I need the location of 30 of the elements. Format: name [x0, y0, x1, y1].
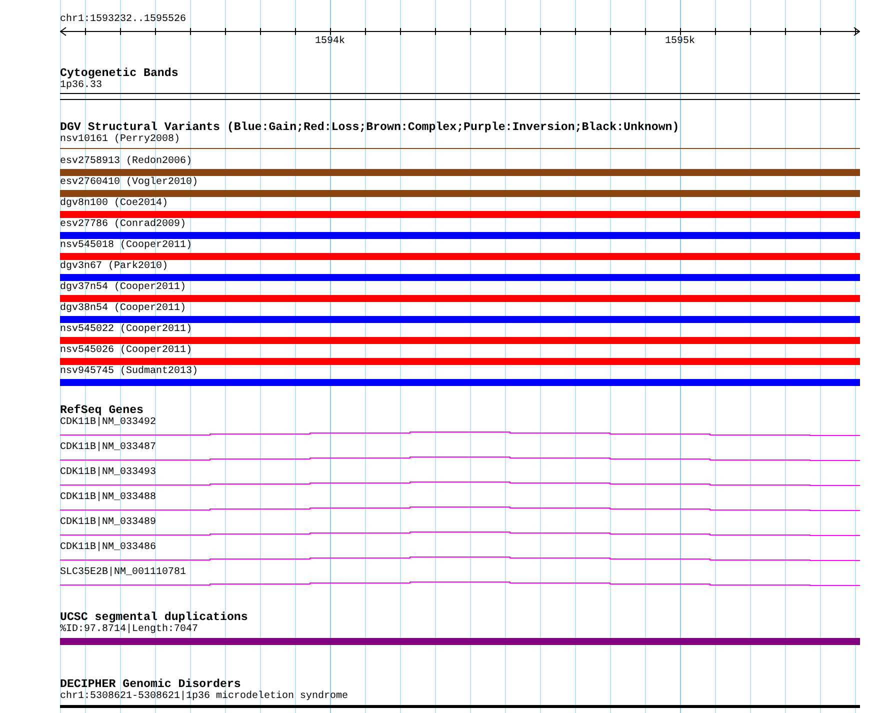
tick-label: 1595k: [665, 36, 695, 48]
feature-label: nsv545018 (Cooper2011): [60, 240, 192, 252]
feature-label: CDK11B|NM_033488: [60, 492, 156, 504]
track-title: RefSeq Genes: [60, 405, 144, 417]
track-title: DGV Structural Variants (Blue:Gain;Red:Loss;Brown:Complex;Purple:Inversion;Black:Unknown): [60, 121, 680, 134]
feature-label: %ID:97.8714|Length:7047: [60, 624, 198, 636]
feature-label: CDK11B|NM_033486: [60, 542, 156, 554]
feature-label: CDK11B|NM_033487: [60, 442, 156, 454]
feature-label: chr1:5308621-5308621|1p36 microdeletion syndrome: [60, 691, 348, 703]
feature-label: esv2760410 (Vogler2010): [60, 177, 198, 189]
feature-label: nsv10161 (Perry2008): [60, 134, 180, 146]
feature-label: 1p36.33: [60, 80, 102, 92]
feature-label: dgv38n54 (Cooper2011): [60, 303, 186, 315]
feature-label: esv2758913 (Redon2006): [60, 156, 192, 168]
feature-label: nsv945745 (Sudmant2013): [60, 366, 198, 378]
feature-label: SLC35E2B|NM_001110781: [60, 567, 186, 579]
feature-label: CDK11B|NM_033492: [60, 417, 156, 429]
feature-label: nsv545026 (Cooper2011): [60, 345, 192, 357]
feature-label: dgv37n54 (Cooper2011): [60, 282, 186, 294]
feature-label: esv27786 (Conrad2009): [60, 219, 186, 231]
ruler-label: chr1:1593232..1595526: [60, 14, 186, 26]
feature-label: dgv3n67 (Park2010): [60, 261, 168, 273]
feature-label: CDK11B|NM_033493: [60, 467, 156, 479]
feature-label: dgv8n100 (Coe2014): [60, 198, 168, 210]
track-title: DECIPHER Genomic Disorders: [60, 679, 241, 691]
feature-label: nsv545022 (Cooper2011): [60, 324, 192, 336]
track-title: Cytogenetic Bands: [60, 67, 178, 80]
track-title: UCSC segmental duplications: [60, 612, 248, 624]
tick-label: 1594k: [315, 36, 345, 48]
feature-label: CDK11B|NM_033489: [60, 517, 156, 529]
